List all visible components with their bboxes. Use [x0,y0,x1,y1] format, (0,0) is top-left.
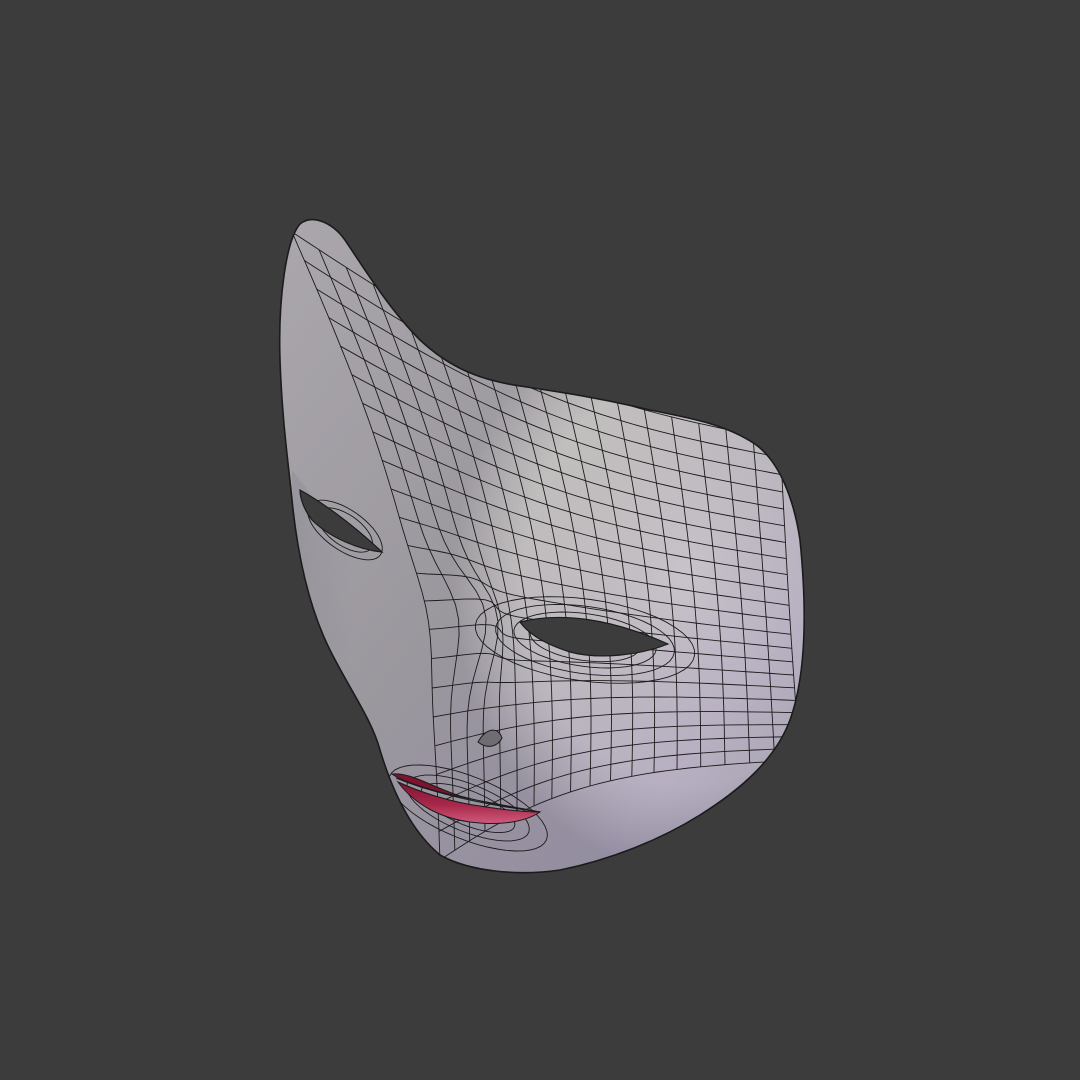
3d-viewport [0,0,1080,1080]
mask-render [0,0,1080,1080]
